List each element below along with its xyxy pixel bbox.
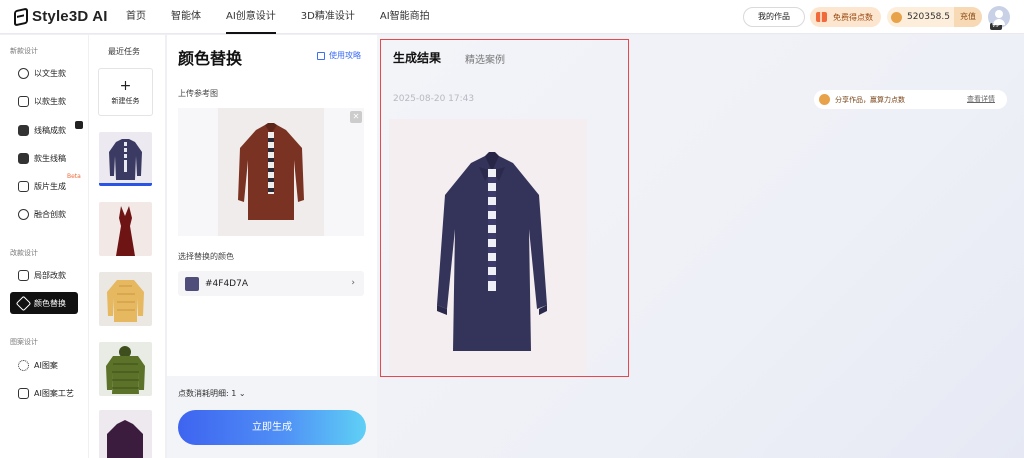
task-thumbnail[interactable] xyxy=(99,272,152,326)
sidebar-item-label: 以文生款 xyxy=(34,68,66,78)
plus-icon: + xyxy=(119,78,132,94)
section-label-pattern-design: 图案设计 xyxy=(10,338,38,346)
generate-button[interactable]: 立即生成 xyxy=(178,410,366,445)
sidebar-item-label: AI图案 xyxy=(34,360,58,370)
view-details-link[interactable]: 查看详情 xyxy=(967,94,995,104)
ai-pattern-icon xyxy=(18,359,29,371)
shirt-icon xyxy=(18,124,29,136)
recent-tasks: 最近任务 + 新建任务 xyxy=(88,35,166,458)
edit-badge-icon xyxy=(75,121,83,129)
new-task-button[interactable]: + 新建任务 xyxy=(98,68,153,116)
share-banner[interactable]: 分享作品，赢算力点数 查看详情 xyxy=(814,90,1007,109)
panel-footer: 点数消耗明细: 1 ⌄ 立即生成 xyxy=(167,376,377,458)
logo-text: Style3D AI xyxy=(32,8,108,25)
image-icon xyxy=(18,95,29,107)
sidebar-item-label: 以款生款 xyxy=(34,96,66,106)
beta-badge: Beta xyxy=(67,173,81,180)
sidebar-item-ai-pattern[interactable]: AI图案 xyxy=(10,354,78,376)
shirt-outline-icon xyxy=(18,152,29,164)
chevron-right-icon: › xyxy=(351,278,355,288)
sidebar-item-label: AI图案工艺 xyxy=(34,388,74,398)
nav-3d-design[interactable]: 3D精准设计 xyxy=(301,0,355,34)
sidebar-item-partial-modify[interactable]: 局部改款 xyxy=(10,264,78,286)
avatar[interactable]: VIP xyxy=(988,6,1010,30)
cost-details-toggle[interactable]: 点数消耗明细: 1 ⌄ xyxy=(178,388,246,399)
reference-image-upload[interactable]: ✕ xyxy=(178,108,364,236)
sidebar-item-label: 款生线稿 xyxy=(34,153,66,163)
color-hex-value: #4F4D7A xyxy=(205,278,248,289)
gift-icon xyxy=(816,12,828,22)
logo-icon xyxy=(14,7,28,26)
usage-guide-link[interactable]: 使用攻略 xyxy=(317,50,361,61)
pattern-piece-icon xyxy=(18,180,29,192)
color-replace-panel: 颜色替换 使用攻略 上传参考图 ✕ 选择替换的颜色 #4F4D7A › 点数消耗… xyxy=(167,35,377,458)
section-label-modify-design: 改款设计 xyxy=(10,249,38,257)
sidebar-item-fusion-design[interactable]: 融合创款 xyxy=(10,203,78,225)
sidebar-item-label: 局部改款 xyxy=(34,270,66,280)
sidebar-item-sketch-to-style[interactable]: 线稿成款 xyxy=(10,119,83,141)
task-thumbnail[interactable] xyxy=(99,132,152,186)
credits-value: 520358.5 xyxy=(907,12,950,22)
select-color-label: 选择替换的颜色 xyxy=(178,252,234,261)
new-task-label: 新建任务 xyxy=(111,97,140,105)
cost-details-label: 点数消耗明细: 1 xyxy=(178,389,237,398)
chevron-down-icon: ⌄ xyxy=(238,389,246,398)
top-bar: Style3D AI 首页 智能体 AI创意设计 3D精准设计 AI智能商拍 我… xyxy=(0,0,1024,34)
color-swatch xyxy=(185,276,199,291)
vip-badge: VIP xyxy=(990,23,1002,30)
sidebar-item-label: 融合创款 xyxy=(34,209,66,219)
free-points-label: 免费得点数 xyxy=(833,12,874,22)
sidebar-item-text-to-style[interactable]: 以文生款 xyxy=(10,62,78,84)
main-nav: 首页 智能体 AI创意设计 3D精准设计 AI智能商拍 xyxy=(126,0,455,34)
task-thumbnail[interactable] xyxy=(99,410,152,458)
recent-tasks-title: 最近任务 xyxy=(108,47,140,56)
partial-edit-icon xyxy=(18,269,29,281)
sidebar-item-label: 颜色替换 xyxy=(34,298,66,308)
page-title: 颜色替换 xyxy=(178,49,243,68)
logo[interactable]: Style3D AI xyxy=(14,7,126,26)
recharge-button[interactable]: 充值 xyxy=(954,7,982,27)
task-thumbnail[interactable] xyxy=(99,342,152,396)
paint-bucket-icon xyxy=(15,295,32,311)
usage-guide-label: 使用攻略 xyxy=(329,51,361,60)
remove-image-button[interactable]: ✕ xyxy=(350,111,362,123)
upload-reference-label: 上传参考图 xyxy=(178,89,218,98)
my-works-button[interactable]: 我的作品 xyxy=(743,7,806,27)
reference-image xyxy=(218,108,324,236)
sidebar: 新款设计 以文生款 以款生款 线稿成款 款生线稿 版片生成 Beta 融合创款 … xyxy=(0,35,88,458)
fusion-icon xyxy=(18,208,29,220)
sidebar-item-label: 版片生成 xyxy=(34,181,66,191)
nav-ai-creative-design[interactable]: AI创意设计 xyxy=(226,0,276,34)
craft-icon xyxy=(18,387,29,399)
nav-agent[interactable]: 智能体 xyxy=(171,0,201,34)
section-label-new-design: 新款设计 xyxy=(10,47,38,55)
sidebar-item-pattern-generation[interactable]: 版片生成 Beta xyxy=(10,173,81,197)
sidebar-item-style-to-sketch[interactable]: 款生线稿 xyxy=(10,147,78,169)
result-area: 生成结果 精选案例 2025-08-20 17:43 分享作品，赢算力点数 查看… xyxy=(377,35,1024,458)
coin-icon xyxy=(891,11,903,23)
coin-icon xyxy=(819,94,830,105)
sidebar-item-color-replace[interactable]: 颜色替换 xyxy=(10,292,78,314)
result-highlight-frame xyxy=(380,39,629,377)
sidebar-item-ai-pattern-craft[interactable]: AI图案工艺 xyxy=(10,382,78,404)
share-text: 分享作品，赢算力点数 xyxy=(835,95,905,104)
sidebar-item-label: 线稿成款 xyxy=(34,125,66,135)
nav-ai-photoshoot[interactable]: AI智能商拍 xyxy=(380,0,430,34)
text-icon xyxy=(18,67,29,79)
credits-balance: 520358.5 充值 xyxy=(887,7,982,27)
free-points-button[interactable]: 免费得点数 xyxy=(810,7,882,27)
nav-home[interactable]: 首页 xyxy=(126,0,146,34)
color-selector[interactable]: #4F4D7A › xyxy=(178,271,364,296)
sidebar-item-style-to-style[interactable]: 以款生款 xyxy=(10,90,78,112)
task-thumbnail[interactable] xyxy=(99,202,152,256)
book-icon xyxy=(317,51,325,60)
